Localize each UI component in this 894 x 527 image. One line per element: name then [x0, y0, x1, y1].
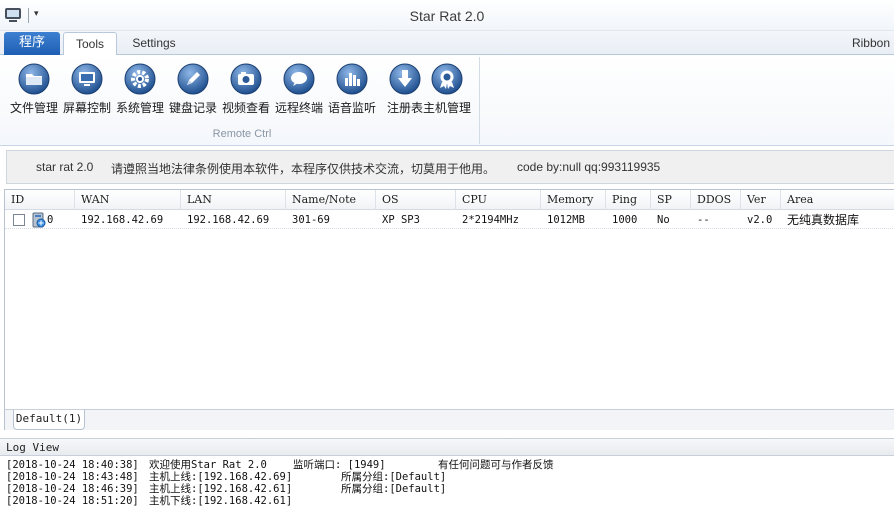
download-arrow-icon: [389, 63, 421, 95]
pen-icon: [177, 63, 209, 95]
log-time: [2018-10-24 18:51:20]: [6, 495, 139, 507]
keylogger-button[interactable]: 键盘记录: [166, 61, 220, 117]
tab-tools[interactable]: Tools: [63, 32, 117, 56]
button-label: 视频查看: [221, 101, 270, 115]
info-app-name: star rat 2.0: [36, 160, 94, 174]
cell-os: XP SP3: [382, 214, 420, 226]
column-header-ddos[interactable]: DDOS: [691, 190, 741, 210]
column-header-id[interactable]: ID: [5, 190, 75, 210]
log-detail: 监听端口: [1949]: [293, 459, 386, 471]
cell-wan: 192.168.42.69: [81, 214, 164, 226]
column-header-name[interactable]: Name/Note: [286, 190, 376, 210]
folder-icon: [18, 63, 50, 95]
log-message: 主机下线:[192.168.42.61]: [149, 495, 293, 507]
host-manager-button[interactable]: 主机管理: [420, 61, 474, 117]
column-header-ver[interactable]: Ver: [741, 190, 781, 210]
log-view-title: Log View: [0, 438, 894, 456]
audio-monitor-button[interactable]: 语音监听: [325, 61, 379, 117]
cell-ddos: --: [697, 214, 710, 226]
cell-id: 0: [47, 214, 54, 226]
button-label: 主机管理: [422, 101, 471, 115]
chat-bubble-icon: [283, 63, 315, 95]
camera-icon: [230, 63, 262, 95]
ribbon-panel: 文件管理 屏幕控制 系统管理 键盘记录 视频查看 远程终端 语音监听 注册表 主…: [0, 55, 894, 146]
column-header-memory[interactable]: Memory: [541, 190, 606, 210]
remote-terminal-button[interactable]: 远程终端: [272, 61, 326, 117]
screen-control-button[interactable]: 屏幕控制: [60, 61, 114, 117]
cell-name: 301-69: [292, 214, 330, 226]
info-notice: 请遵照当地法律条例使用本软件，本程序仅供技术交流，切莫用于他用。: [111, 162, 496, 176]
column-header-lan[interactable]: LAN: [181, 190, 286, 210]
info-bar: star rat 2.0 请遵照当地法律条例使用本软件，本程序仅供技术交流，切莫…: [6, 150, 894, 184]
log-time: [2018-10-24 18:46:39]: [6, 483, 139, 495]
cell-cpu: 2*2194MHz: [462, 214, 519, 226]
button-label: 语音监听: [327, 101, 376, 115]
log-view[interactable]: [2018-10-24 18:40:38] 欢迎使用Star Rat 2.0 监…: [0, 456, 894, 527]
table-row[interactable]: 0 192.168.42.69 192.168.42.69 301-69 XP …: [5, 211, 894, 229]
log-time: [2018-10-24 18:40:38]: [6, 459, 139, 471]
cell-ping: 1000: [612, 214, 638, 226]
ribbon-label: Ribbon: [851, 36, 890, 50]
cell-memory: 1012MB: [547, 214, 585, 226]
tab-settings[interactable]: Settings: [123, 32, 185, 56]
log-time: [2018-10-24 18:43:48]: [6, 471, 139, 483]
monitor-icon: [71, 63, 103, 95]
group-caption: Remote Ctrl: [212, 128, 272, 140]
info-author: code by:null qq:993119935: [517, 160, 661, 174]
log-message: 欢迎使用Star Rat 2.0: [149, 459, 267, 471]
button-label: 屏幕控制: [62, 101, 111, 115]
log-detail: 所属分组:[Default]: [341, 483, 447, 495]
row-checkbox[interactable]: [13, 214, 25, 226]
video-view-button[interactable]: 视频查看: [219, 61, 273, 117]
group-tab-strip: Default(1): [4, 409, 894, 430]
log-message: 主机上线:[192.168.42.61]: [149, 483, 293, 495]
log-message: 主机上线:[192.168.42.69]: [149, 471, 293, 483]
host-list[interactable]: ID WAN LAN Name/Note OS CPU Memory Ping …: [4, 189, 894, 409]
button-label: 文件管理: [9, 101, 58, 115]
button-label: 远程终端: [274, 101, 323, 115]
log-detail: 有任何问题可与作者反馈: [438, 459, 554, 471]
window-title: Star Rat 2.0: [409, 8, 485, 24]
title-bar: ▾ Star Rat 2.0: [0, 0, 894, 31]
column-header-ping[interactable]: Ping: [606, 190, 651, 210]
equalizer-icon: [336, 63, 368, 95]
log-detail: 所属分组:[Default]: [341, 471, 447, 483]
remote-ctrl-group: 文件管理 屏幕控制 系统管理 键盘记录 视频查看 远程终端 语音监听 注册表 主…: [4, 57, 480, 144]
system-manager-button[interactable]: 系统管理: [113, 61, 167, 117]
file-manager-button[interactable]: 文件管理: [7, 61, 61, 117]
host-list-header: ID WAN LAN Name/Note OS CPU Memory Ping …: [5, 190, 894, 210]
tab-default-group[interactable]: Default(1): [13, 410, 85, 430]
button-label: 键盘记录: [168, 101, 217, 115]
column-header-sp[interactable]: SP: [651, 190, 691, 210]
column-header-wan[interactable]: WAN: [75, 190, 181, 210]
gear-icon: [124, 63, 156, 95]
cell-ver: v2.0: [747, 214, 773, 226]
column-header-cpu[interactable]: CPU: [456, 190, 541, 210]
cell-sp: No: [657, 214, 670, 226]
badge-icon: [431, 63, 463, 95]
column-header-os[interactable]: OS: [376, 190, 456, 210]
ribbon-tab-row: 程序 Tools Settings Ribbon: [0, 31, 894, 56]
app-menu-button[interactable]: 程序: [4, 32, 60, 55]
button-label: 系统管理: [115, 101, 164, 115]
cell-lan: 192.168.42.69: [187, 214, 270, 226]
column-header-area[interactable]: Area: [781, 190, 894, 210]
cell-area: 无纯真数据库: [787, 213, 860, 227]
